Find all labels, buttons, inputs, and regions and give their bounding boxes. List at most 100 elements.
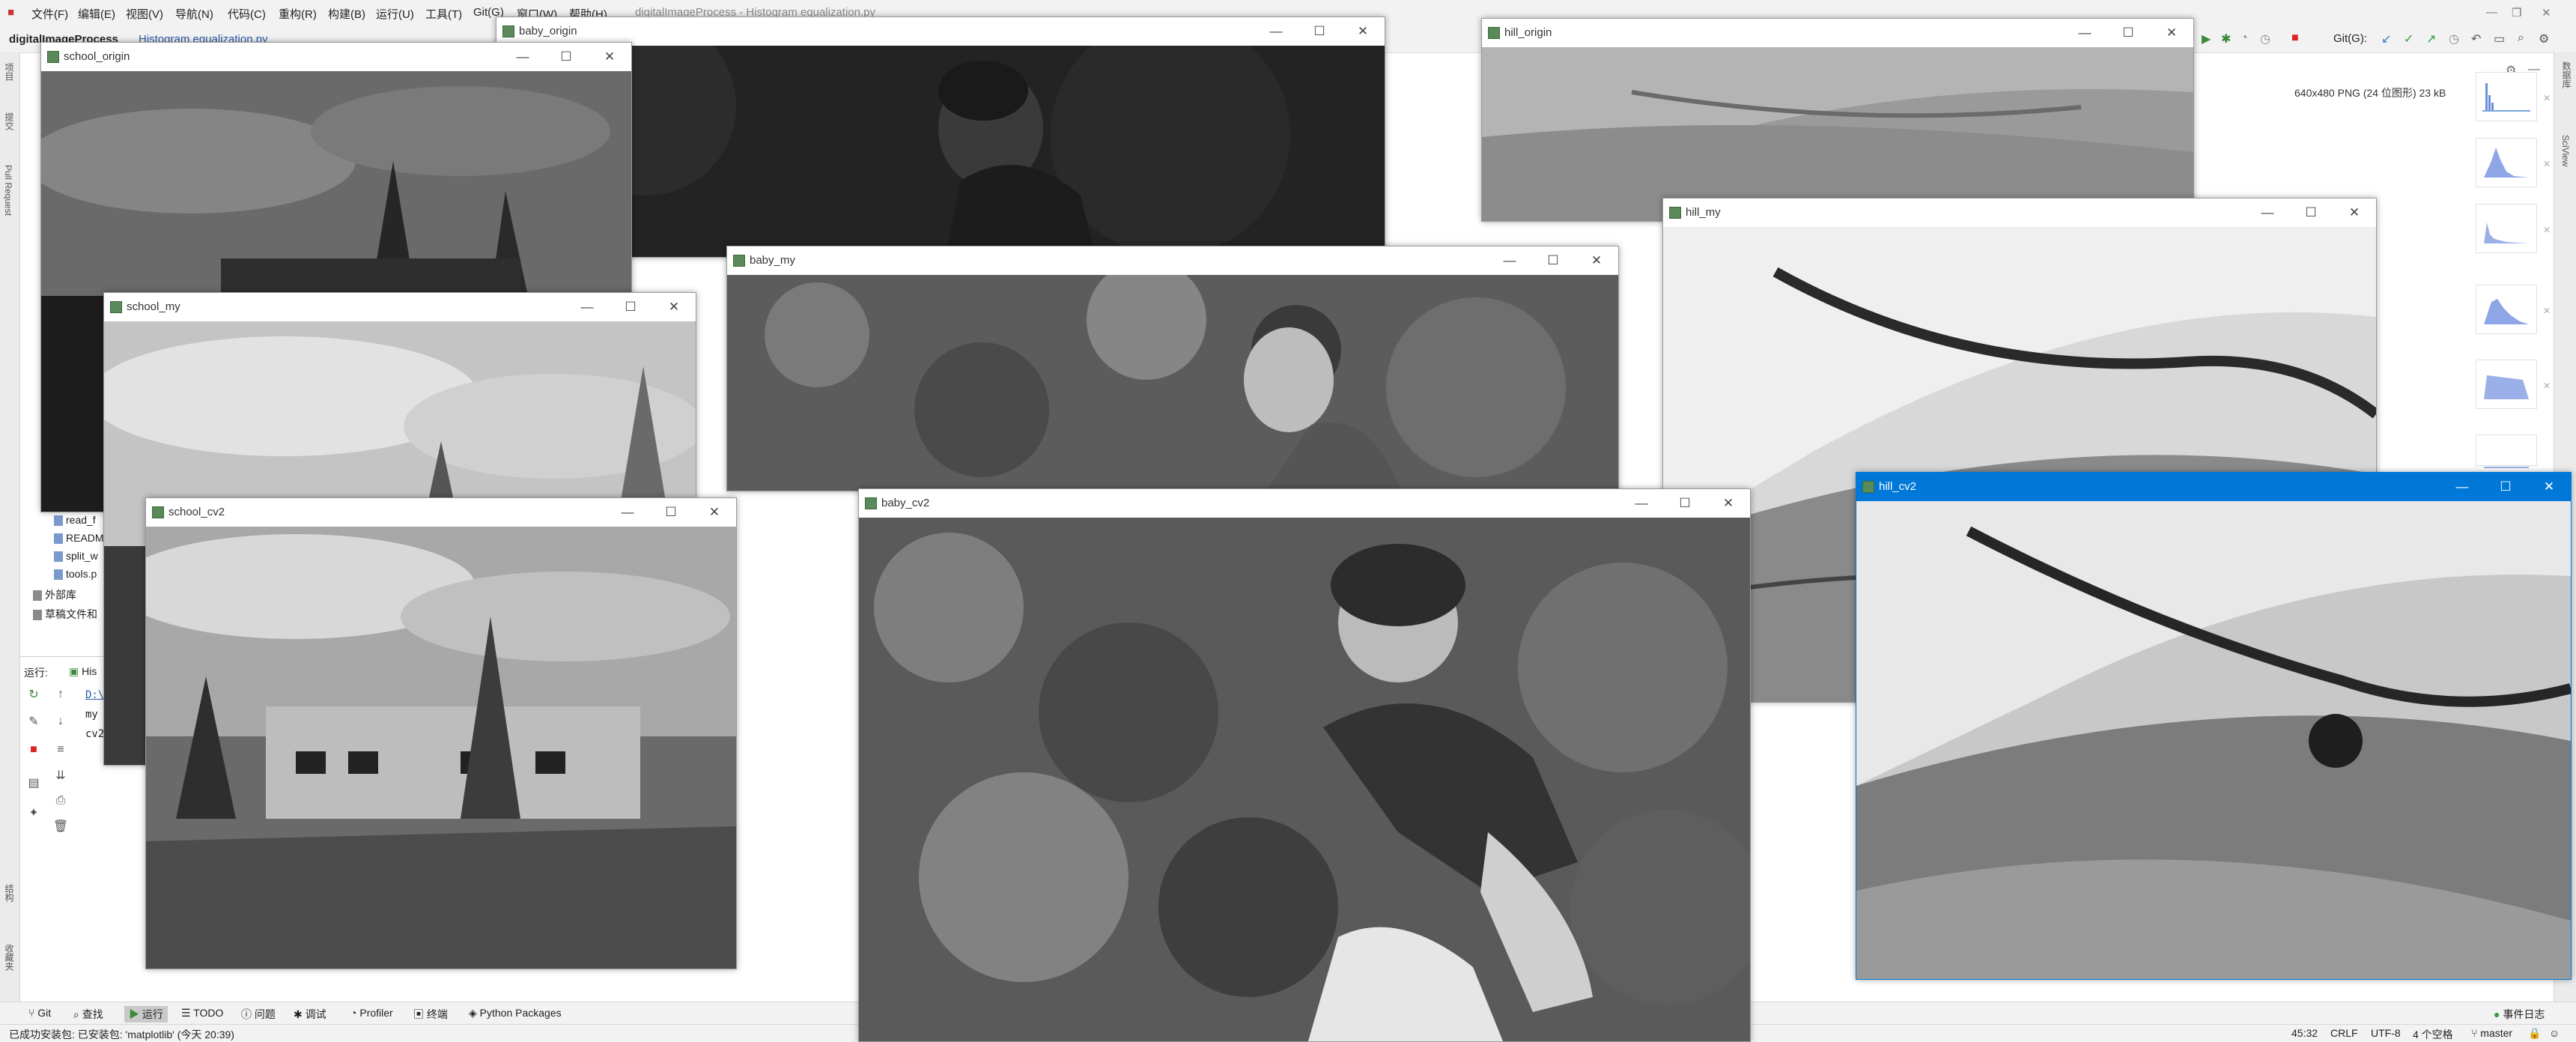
menu-file[interactable]: 文件(F) bbox=[31, 6, 68, 22]
trash-icon[interactable]: 🗑 bbox=[52, 818, 69, 834]
rerun-icon[interactable]: ↻ bbox=[25, 686, 42, 703]
maximize-button[interactable]: ☐ bbox=[2106, 19, 2150, 47]
close-button[interactable]: ✕ bbox=[1341, 17, 1385, 46]
git-update-icon[interactable]: ↙ bbox=[2381, 31, 2391, 46]
maximize-button[interactable]: ☐ bbox=[2289, 199, 2333, 227]
tool-python-packages[interactable]: ◈ Python Packages bbox=[469, 1007, 562, 1020]
notification-icon[interactable]: ☺ bbox=[2549, 1027, 2560, 1039]
debug-icon[interactable]: ✱ bbox=[2221, 31, 2231, 46]
close-button[interactable]: ✕ bbox=[693, 498, 736, 527]
tool-favorites-label[interactable]: 收藏夹 bbox=[3, 944, 16, 971]
git-push-icon[interactable]: ↗ bbox=[2426, 31, 2436, 46]
minimize-button[interactable]: — bbox=[2063, 19, 2106, 47]
minimize-button[interactable]: — bbox=[1620, 489, 1663, 518]
close-button[interactable]: ✕ bbox=[2527, 473, 2571, 501]
git-compare-icon[interactable]: ▭ bbox=[2494, 31, 2505, 46]
project-tree-item[interactable]: split_w bbox=[54, 550, 98, 563]
window-titlebar[interactable]: hill_origin — ☐ ✕ bbox=[1482, 19, 2193, 47]
close-button[interactable]: ✕ bbox=[2150, 19, 2193, 47]
tool-problems[interactable]: ⓘ 问题 bbox=[241, 1007, 276, 1022]
stop-icon[interactable]: ■ bbox=[2291, 31, 2299, 45]
tool-database-label[interactable]: 数据库 bbox=[2560, 61, 2573, 88]
project-tree-item[interactable]: 草稿文件和 bbox=[33, 607, 97, 622]
line-ending[interactable]: CRLF bbox=[2330, 1027, 2358, 1039]
close-button[interactable]: ✕ bbox=[1575, 246, 1618, 275]
window-titlebar[interactable]: school_my — ☐ ✕ bbox=[104, 293, 696, 321]
file-encoding[interactable]: UTF-8 bbox=[2371, 1027, 2401, 1039]
menu-refactor[interactable]: 重构(R) bbox=[279, 6, 317, 22]
menu-code[interactable]: 代码(C) bbox=[228, 6, 266, 22]
tool-todo[interactable]: ☰ TODO bbox=[181, 1007, 223, 1020]
window-titlebar[interactable]: baby_cv2 — ☐ ✕ bbox=[859, 489, 1750, 518]
layout-icon[interactable]: ▤ bbox=[25, 775, 42, 791]
lock-icon[interactable]: 🔒 bbox=[2528, 1027, 2541, 1040]
ide-minimize-icon[interactable]: — bbox=[2486, 6, 2497, 19]
coverage-icon[interactable]: ◔ bbox=[2241, 31, 2248, 45]
window-titlebar[interactable]: school_origin — ☐ ✕ bbox=[41, 43, 631, 71]
tool-find[interactable]: ⌕ 查找 bbox=[73, 1007, 103, 1022]
image-window-hill-cv2[interactable]: hill_cv2 — ☐ ✕ bbox=[1856, 472, 2572, 980]
minimize-button[interactable]: — bbox=[2440, 473, 2484, 501]
thumbnail-close-icon[interactable]: ✕ bbox=[2543, 159, 2551, 169]
tool-terminal[interactable]: ▣ 终端 bbox=[413, 1007, 448, 1022]
menu-build[interactable]: 构建(B) bbox=[328, 6, 365, 22]
profile-icon[interactable]: ◷ bbox=[2260, 31, 2270, 46]
maximize-button[interactable]: ☐ bbox=[544, 43, 588, 71]
git-branch[interactable]: ⑂ master bbox=[2471, 1027, 2512, 1039]
tool-profiler[interactable]: ◔ Profiler bbox=[350, 1007, 393, 1019]
print-icon[interactable]: ⎙ bbox=[52, 793, 69, 809]
git-history-icon[interactable]: ◷ bbox=[2449, 31, 2459, 46]
soft-wrap-icon[interactable]: ≡ bbox=[52, 742, 69, 758]
search-icon[interactable]: ⌕ bbox=[2518, 31, 2524, 45]
thumbnail-close-icon[interactable]: ✕ bbox=[2543, 93, 2551, 103]
window-titlebar[interactable]: baby_my — ☐ ✕ bbox=[727, 246, 1618, 275]
thumbnail-close-icon[interactable]: ✕ bbox=[2543, 225, 2551, 235]
maximize-button[interactable]: ☐ bbox=[1663, 489, 1707, 518]
sciview-thumbnail[interactable] bbox=[2476, 138, 2537, 187]
image-window-baby-cv2[interactable]: baby_cv2 — ☐ ✕ bbox=[858, 488, 1751, 1042]
menu-run[interactable]: 运行(U) bbox=[376, 6, 414, 22]
window-titlebar[interactable]: school_cv2 — ☐ ✕ bbox=[146, 498, 736, 527]
maximize-button[interactable]: ☐ bbox=[1531, 246, 1575, 275]
sciview-thumbnail[interactable] bbox=[2476, 72, 2537, 121]
git-commit-icon[interactable]: ✓ bbox=[2404, 31, 2414, 46]
sciview-thumbnail[interactable] bbox=[2476, 360, 2537, 409]
close-button[interactable]: ✕ bbox=[2333, 199, 2376, 227]
project-tree-item[interactable]: READM bbox=[54, 532, 104, 545]
wrench-icon[interactable]: ✎ bbox=[25, 713, 42, 730]
settings-icon[interactable]: ⚙ bbox=[2539, 31, 2549, 46]
project-tree-item[interactable]: read_f bbox=[54, 514, 96, 527]
thumbnail-close-icon[interactable]: ✕ bbox=[2543, 381, 2551, 391]
menu-edit[interactable]: 编辑(E) bbox=[78, 6, 115, 22]
tool-commit-label[interactable]: 提交 bbox=[3, 112, 16, 130]
tool-git[interactable]: ⑂ Git bbox=[28, 1007, 51, 1019]
maximize-button[interactable]: ☐ bbox=[2484, 473, 2527, 501]
image-window-baby-my[interactable]: baby_my — ☐ ✕ bbox=[726, 246, 1619, 491]
tool-pullrequest-label[interactable]: Pull Request bbox=[3, 165, 13, 216]
maximize-button[interactable]: ☐ bbox=[649, 498, 693, 527]
run-config-icon[interactable]: ▶ bbox=[2202, 31, 2211, 46]
window-titlebar[interactable]: hill_cv2 — ☐ ✕ bbox=[1856, 473, 2571, 501]
project-tree-item[interactable]: tools.p bbox=[54, 568, 97, 581]
menu-tools[interactable]: 工具(T) bbox=[425, 6, 462, 22]
caret-position[interactable]: 45:32 bbox=[2291, 1027, 2318, 1039]
close-button[interactable]: ✕ bbox=[588, 43, 631, 71]
minimize-button[interactable]: — bbox=[1488, 246, 1531, 275]
menu-view[interactable]: 视图(V) bbox=[126, 6, 163, 22]
scroll-to-end-icon[interactable]: ⇊ bbox=[52, 767, 69, 784]
scroll-up-icon[interactable]: ↑ bbox=[52, 686, 69, 703]
sciview-thumbnail[interactable] bbox=[2476, 204, 2537, 253]
project-tree-item[interactable]: 外部库 bbox=[33, 587, 76, 602]
image-window-school-cv2[interactable]: school_cv2 — ☐ ✕ bbox=[145, 497, 737, 969]
run-output-line[interactable]: D:\ bbox=[85, 689, 104, 701]
ide-close-icon[interactable]: ✕ bbox=[2542, 6, 2551, 19]
window-titlebar[interactable]: hill_my — ☐ ✕ bbox=[1663, 199, 2376, 227]
ide-maximize-icon[interactable]: ❐ bbox=[2512, 6, 2521, 19]
minimize-button[interactable]: — bbox=[606, 498, 649, 527]
minimize-button[interactable]: — bbox=[2246, 199, 2289, 227]
sciview-thumbnail[interactable] bbox=[2476, 434, 2537, 468]
image-window-hill-origin[interactable]: hill_origin — ☐ ✕ bbox=[1481, 18, 2194, 222]
thumbnail-close-icon[interactable]: ✕ bbox=[2543, 306, 2551, 316]
maximize-button[interactable]: ☐ bbox=[609, 293, 652, 321]
close-button[interactable]: ✕ bbox=[1707, 489, 1750, 518]
